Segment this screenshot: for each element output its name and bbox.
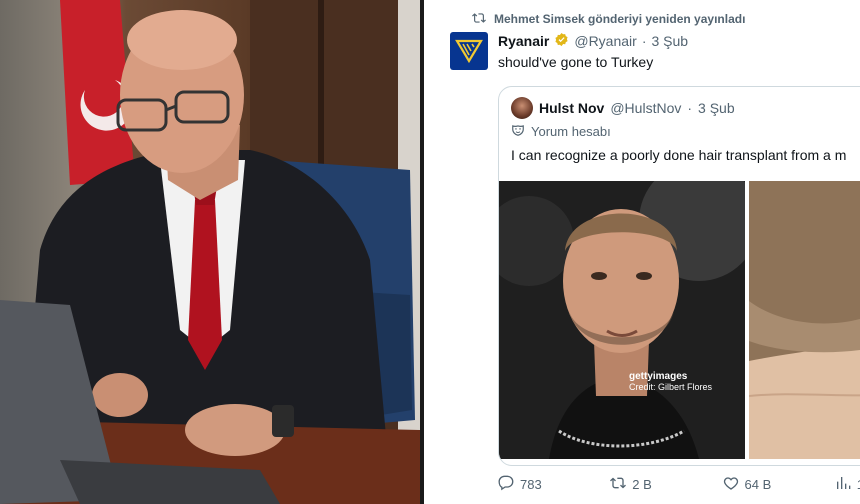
getty-brand: gettyimages — [629, 371, 688, 382]
retweet-indicator[interactable]: Mehmet Simsek gönderiyi yeniden yayınlad… — [472, 10, 745, 28]
scalp-illustration — [749, 181, 860, 459]
quote-media: gettyimages Credit: Gilbert Flores — [499, 181, 860, 465]
face-illustration — [499, 181, 745, 459]
ryanair-logo[interactable] — [450, 32, 488, 70]
tweet-panel: Mehmet Simsek gönderiyi yeniden yayınlad… — [420, 0, 860, 504]
reply-icon — [498, 475, 514, 494]
commentary-account-label: Yorum hesabı — [511, 123, 611, 140]
retweet-action-icon — [610, 475, 627, 494]
author-handle[interactable]: @Ryanair — [574, 33, 636, 49]
tweet-time[interactable]: 3 Şub — [651, 33, 688, 49]
image-credit: gettyimages Credit: Gilbert Flores — [629, 371, 713, 393]
getty-credit: Credit: Gilbert Flores — [629, 382, 713, 392]
views-button[interactable]: 1 — [835, 475, 860, 494]
retweet-count: 2 B — [632, 476, 652, 492]
author-name[interactable]: Ryanair — [498, 33, 549, 49]
tweet-text: should've gone to Turkey — [498, 54, 654, 70]
left-photo — [0, 0, 420, 504]
quote-header: Hulst Nov @HulstNov · 3 Şub — [511, 97, 735, 119]
commentary-label-text: Yorum hesabı — [531, 124, 611, 139]
tweet-actions: 783 2 B 64 B 1 — [498, 472, 860, 496]
harp-icon — [455, 39, 483, 64]
separator-dot: · — [641, 33, 647, 49]
mask-icon — [511, 123, 525, 140]
reply-button[interactable]: 783 — [498, 475, 610, 494]
reply-count: 783 — [520, 476, 542, 492]
quote-text: I can recognize a poorly done hair trans… — [511, 147, 847, 163]
photo-illustration — [0, 0, 420, 504]
quote-time[interactable]: 3 Şub — [698, 100, 735, 116]
like-button[interactable]: 64 B — [723, 475, 835, 494]
retweet-button[interactable]: 2 B — [610, 475, 722, 494]
quoted-tweet[interactable]: Hulst Nov @HulstNov · 3 Şub Yorum hesabı… — [498, 86, 860, 466]
retweet-text: Mehmet Simsek gönderiyi yeniden yayınlad… — [494, 12, 746, 26]
retweet-icon — [472, 11, 486, 28]
quote-image-scalp[interactable] — [749, 181, 860, 459]
verified-badge-icon — [554, 32, 569, 50]
quote-separator-dot: · — [687, 100, 693, 116]
heart-icon — [723, 475, 739, 494]
tweet-header: Ryanair @Ryanair · 3 Şub — [498, 32, 688, 50]
like-count: 64 B — [744, 476, 772, 492]
quote-image-face[interactable]: gettyimages Credit: Gilbert Flores — [499, 181, 745, 459]
quote-avatar[interactable] — [511, 97, 533, 119]
views-icon — [835, 475, 851, 494]
quote-author-handle[interactable]: @HulstNov — [610, 100, 681, 116]
quote-author-name[interactable]: Hulst Nov — [539, 100, 604, 116]
